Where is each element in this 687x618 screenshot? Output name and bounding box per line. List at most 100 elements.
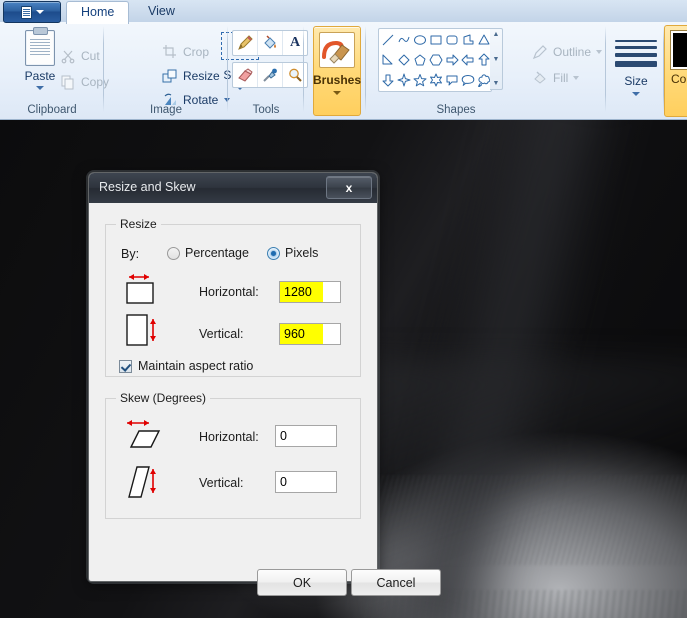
tab-home[interactable]: Home [66,1,130,24]
shapes-gallery[interactable] [378,28,492,92]
right-arrow-shape-icon[interactable] [444,50,460,70]
cancel-label: Cancel [376,575,416,590]
clipboard-icon [25,27,55,66]
pentagon-shape-icon[interactable] [412,50,428,70]
ribbon: Home View Paste Cut Copy Clipboard Crop … [0,0,687,120]
pencil-tool-button[interactable] [233,31,258,55]
line-shape-icon[interactable] [380,30,396,50]
paste-dropdown-arrow-icon[interactable] [36,86,44,90]
ribbon-group-size: Size [606,22,664,118]
vertical-resize-icon [121,311,161,351]
four-point-star-shape-icon[interactable] [396,70,412,90]
tools-row-bottom [232,62,308,88]
size-button[interactable]: Size [608,34,664,104]
fill-with-color-tool-button[interactable] [258,31,283,55]
outline-dropdown-arrow-icon[interactable] [596,50,603,54]
scissors-icon [60,48,76,64]
image-group-label: Image [150,104,182,116]
crop-icon [162,44,178,60]
resize-legend: Resize [120,217,157,231]
paste-label: Paste [24,69,56,83]
tab-view[interactable]: View [134,1,189,22]
shapes-scrollbar[interactable]: ▲ ▼ ▼ [490,28,503,90]
resize-button[interactable]: Resize [162,68,220,84]
resize-vertical-label: Vertical: [199,327,244,341]
close-button[interactable]: x [326,176,372,199]
crop-button[interactable]: Crop [162,44,209,60]
tab-view-label: View [148,4,175,18]
ribbon-group-brushes: Brushes [304,22,366,118]
radio-percentage[interactable]: Percentage [167,246,249,260]
cancel-button[interactable]: Cancel [351,569,441,596]
eraser-tool-button[interactable] [233,63,258,87]
brushes-button[interactable]: Brushes [313,26,361,116]
ok-button[interactable]: OK [257,569,347,596]
resize-and-skew-dialog: Resize and Skew x Resize By: Percentage … [86,170,441,596]
hexagon-shape-icon[interactable] [428,50,444,70]
oval-shape-icon[interactable] [412,30,428,50]
diamond-shape-icon[interactable] [396,50,412,70]
rectangle-shape-icon[interactable] [428,30,444,50]
oval-callout-shape-icon[interactable] [460,70,476,90]
down-arrow-shape-icon[interactable] [380,70,396,90]
ribbon-group-image: Select Crop Resize [104,22,259,118]
resize-icon [162,68,178,84]
outline-button[interactable]: Outline [532,44,603,60]
maintain-aspect-ratio-checkbox[interactable]: Maintain aspect ratio [119,359,253,373]
size-label: Size [624,74,648,88]
color-swatch[interactable] [671,31,687,69]
scroll-more-icon[interactable]: ▼ [493,80,500,87]
resize-horizontal-label: Horizontal: [199,285,259,299]
left-arrow-shape-icon[interactable] [460,50,476,70]
tools-group-label: Tools [252,104,280,116]
scroll-down-icon[interactable]: ▼ [493,56,500,63]
fill-dropdown-arrow-icon[interactable] [573,76,580,80]
radio-pixels[interactable]: Pixels [267,246,318,260]
maintain-aspect-ratio-label: Maintain aspect ratio [138,359,254,373]
brushes-dropdown-arrow-icon[interactable] [333,91,341,95]
tab-strip: Home View [0,0,687,24]
resize-vertical-input[interactable] [279,323,341,345]
crop-label: Crop [183,45,210,59]
clipboard-group-label: Clipboard [27,104,77,116]
ok-label: OK [292,575,312,590]
document-menu-icon [20,5,32,19]
scroll-up-icon[interactable]: ▲ [493,31,500,38]
rounded-callout-shape-icon[interactable] [444,70,460,90]
polygon-shape-icon[interactable] [460,30,476,50]
paint-window: Home View Paste Cut Copy Clipboard Crop … [0,0,687,618]
outline-label: Outline [553,45,592,59]
rounded-rectangle-shape-icon[interactable] [444,30,460,50]
ribbon-group-colors: Co [664,22,687,118]
shapes-group-label: Shapes [436,104,476,116]
radio-pixels-icon [267,246,280,260]
resize-label: Resize [183,69,220,83]
dialog-titlebar[interactable]: Resize and Skew x [89,173,377,204]
five-point-star-shape-icon[interactable] [412,70,428,90]
size-dropdown-arrow-icon[interactable] [632,92,640,96]
brushes-label: Brushes [312,73,362,87]
chevron-down-icon [35,10,44,14]
six-point-star-shape-icon[interactable] [428,70,444,90]
fill-bucket-icon [532,70,548,86]
tools-row-top: A [232,30,308,56]
checkbox-icon [119,359,132,373]
ribbon-group-shapes: ▲ ▼ ▼ Outline Fill Shapes [366,22,606,118]
tab-home-label: Home [81,5,115,19]
radio-percentage-icon [167,246,180,260]
cut-label: Cut [81,49,100,63]
app-menu-button[interactable] [3,1,61,23]
colors-button[interactable]: Co [664,25,687,117]
skew-horizontal-input[interactable] [275,425,337,447]
skew-vertical-input[interactable] [275,471,337,493]
right-triangle-shape-icon[interactable] [380,50,396,70]
color-picker-tool-button[interactable] [258,63,283,87]
fill-button[interactable]: Fill [532,70,580,86]
dialog-title: Resize and Skew [99,180,196,194]
cut-button[interactable]: Cut [60,48,100,64]
ribbon-content: Paste Cut Copy Clipboard Crop Resize Rot… [0,22,687,120]
copy-button[interactable]: Copy [60,74,109,90]
curve-shape-icon[interactable] [396,30,412,50]
resize-horizontal-input[interactable] [279,281,341,303]
colors-label: Co [671,72,687,86]
